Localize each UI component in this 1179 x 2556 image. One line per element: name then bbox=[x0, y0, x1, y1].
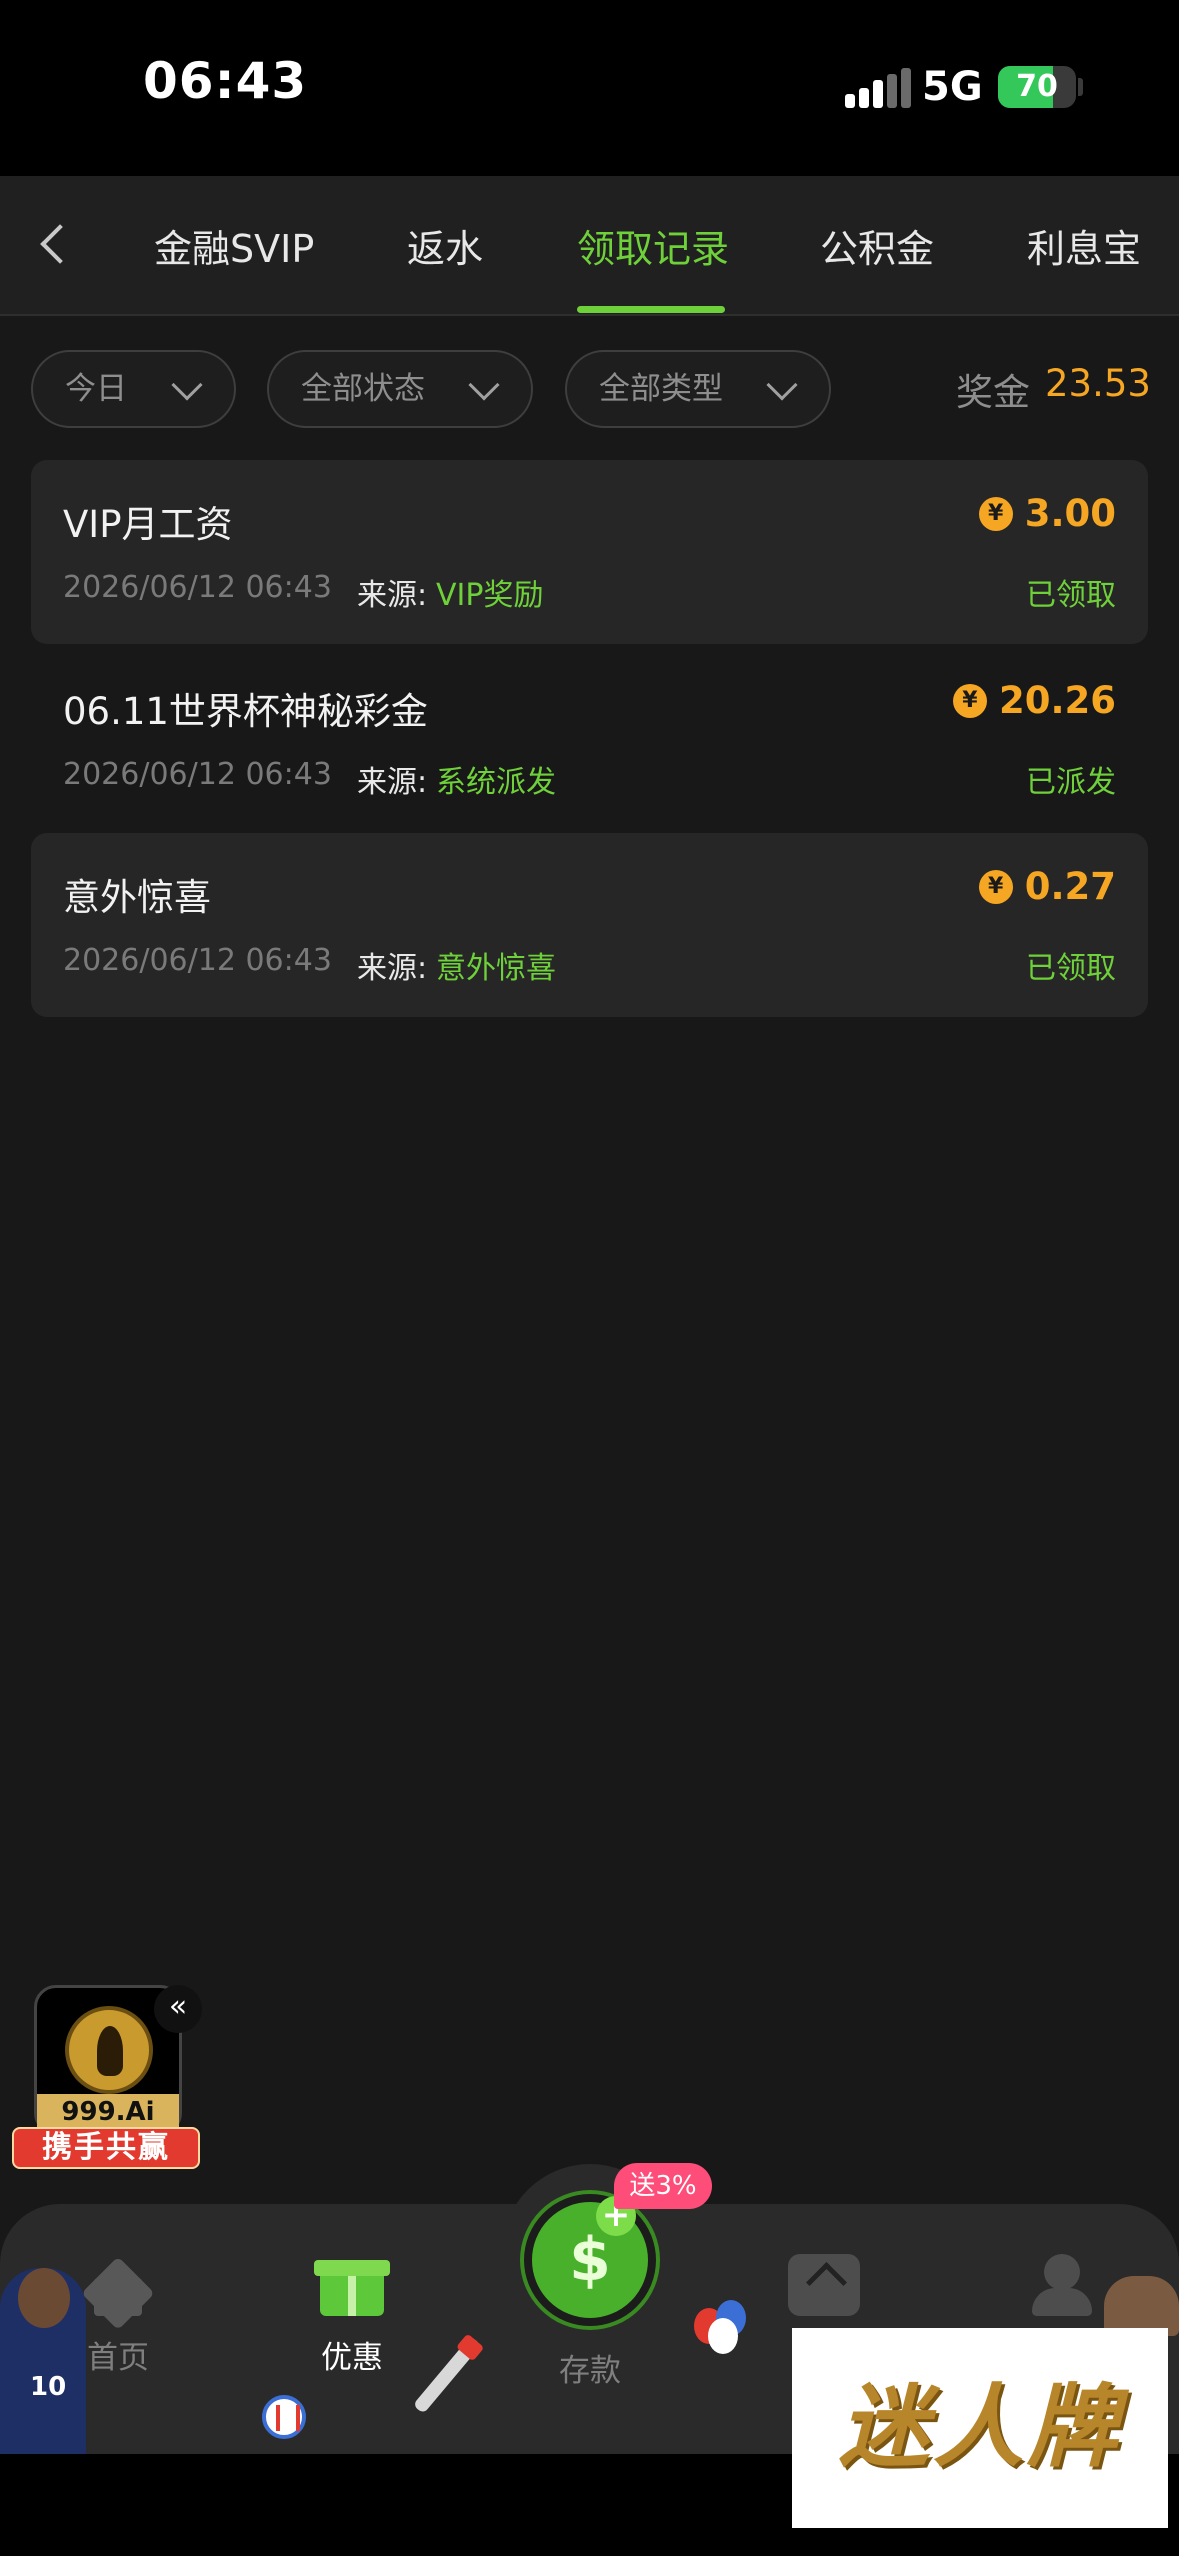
coin-icon: ¥ bbox=[952, 683, 987, 718]
date-filter-label: 今日 bbox=[65, 371, 127, 407]
battery-icon: 70 bbox=[998, 66, 1076, 108]
player-illustration bbox=[1104, 2276, 1179, 2336]
nav-promo[interactable]: 优惠 bbox=[304, 2254, 400, 2377]
type-filter[interactable]: 全部类型 bbox=[565, 350, 831, 428]
tab-interest[interactable]: 利息宝 bbox=[1027, 218, 1141, 273]
user-icon bbox=[1026, 2254, 1098, 2316]
brand-name: 999.Ai bbox=[37, 2094, 179, 2130]
tab-claim-records[interactable]: 领取记录 bbox=[577, 218, 729, 273]
nav-home-label: 首页 bbox=[87, 2340, 149, 2376]
record-card[interactable]: VIP月工资 ¥ 3.00 2026/06/12 06:43 来源: VIP奖励… bbox=[31, 460, 1148, 644]
status-filter[interactable]: 全部状态 bbox=[267, 350, 533, 428]
deposit-button[interactable] bbox=[524, 2194, 656, 2326]
bonus-value: 23.53 bbox=[1045, 362, 1151, 405]
record-time: 2026/06/12 06:43 bbox=[63, 570, 332, 605]
record-amount-value: 20.26 bbox=[998, 679, 1116, 722]
chevron-down-icon bbox=[171, 369, 203, 401]
status-bar: 06:43 5G 70 bbox=[0, 0, 1179, 176]
back-button[interactable] bbox=[28, 220, 78, 270]
active-tab-indicator bbox=[577, 306, 725, 313]
bonus-label: 奖金 bbox=[956, 371, 1030, 414]
tab-rebate[interactable]: 返水 bbox=[407, 218, 483, 273]
top-nav: 金融SVIP 返水 领取记录 公积金 利息宝 bbox=[0, 176, 1179, 316]
coin-icon: ¥ bbox=[978, 496, 1013, 531]
record-card[interactable]: 意外惊喜 ¥ 0.27 2026/06/12 06:43 来源: 意外惊喜 已领… bbox=[31, 833, 1148, 1017]
record-source-label: 来源: bbox=[357, 951, 428, 986]
nav-profile[interactable] bbox=[1026, 2254, 1098, 2316]
nav-deposit-label: 存款 bbox=[559, 2353, 621, 2389]
coin-icon: ¥ bbox=[978, 869, 1013, 904]
record-source-label: 来源: bbox=[357, 578, 428, 613]
record-amount: ¥ 20.26 bbox=[952, 679, 1116, 722]
signal-icon bbox=[845, 68, 911, 108]
tab-provident-fund[interactable]: 公积金 bbox=[820, 218, 934, 273]
date-filter[interactable]: 今日 bbox=[31, 350, 236, 428]
balloons-icon bbox=[694, 2300, 754, 2360]
record-status: 已领取 bbox=[1026, 578, 1116, 613]
record-source: 意外惊喜 bbox=[436, 951, 556, 986]
home-icon bbox=[82, 2254, 154, 2316]
network-type: 5G bbox=[922, 64, 983, 110]
nav-withdraw[interactable] bbox=[788, 2254, 860, 2316]
soccer-ball-icon bbox=[262, 2395, 306, 2439]
watermark-text: 迷人牌 bbox=[839, 2375, 1121, 2480]
record-card[interactable]: 06.11世界杯神秘彩金 ¥ 20.26 2026/06/12 06:43 来源… bbox=[31, 647, 1148, 831]
record-amount: ¥ 3.00 bbox=[978, 492, 1116, 535]
record-status: 已派发 bbox=[1026, 765, 1116, 800]
chevron-down-icon bbox=[468, 369, 500, 401]
floating-promo-badge[interactable]: 999.Ai « 携手共赢 bbox=[12, 1985, 202, 2170]
promo-ribbon: 携手共赢 bbox=[12, 2127, 200, 2169]
record-title: 意外惊喜 bbox=[63, 876, 211, 919]
deposit-bonus-badge: 送3% bbox=[614, 2163, 712, 2209]
record-source-label: 来源: bbox=[357, 765, 428, 800]
chevron-down-icon bbox=[766, 369, 798, 401]
record-status: 已领取 bbox=[1026, 951, 1116, 986]
emblem-icon bbox=[65, 2006, 153, 2094]
record-time: 2026/06/12 06:43 bbox=[63, 943, 332, 978]
tab-finance-svip[interactable]: 金融SVIP bbox=[154, 218, 314, 273]
nav-promo-label: 优惠 bbox=[321, 2340, 383, 2376]
record-amount-value: 0.27 bbox=[1024, 865, 1116, 908]
record-title: VIP月工资 bbox=[63, 503, 233, 546]
battery-tip bbox=[1078, 78, 1083, 96]
record-time: 2026/06/12 06:43 bbox=[63, 757, 332, 792]
record-source: VIP奖励 bbox=[436, 578, 544, 613]
nav-home[interactable]: 首页 bbox=[70, 2254, 166, 2377]
record-title: 06.11世界杯神秘彩金 bbox=[63, 690, 428, 733]
record-amount-value: 3.00 bbox=[1024, 492, 1116, 535]
status-time: 06:43 bbox=[143, 52, 308, 110]
status-filter-label: 全部状态 bbox=[301, 371, 425, 407]
watermark: 迷人牌 bbox=[792, 2328, 1168, 2528]
battery-level: 70 bbox=[1016, 69, 1058, 104]
record-amount: ¥ 0.27 bbox=[978, 865, 1116, 908]
upload-icon bbox=[788, 2254, 860, 2316]
record-source: 系统派发 bbox=[436, 765, 556, 800]
collapse-icon[interactable]: « bbox=[154, 1985, 202, 2033]
gift-icon bbox=[314, 2260, 390, 2316]
type-filter-label: 全部类型 bbox=[599, 371, 723, 407]
